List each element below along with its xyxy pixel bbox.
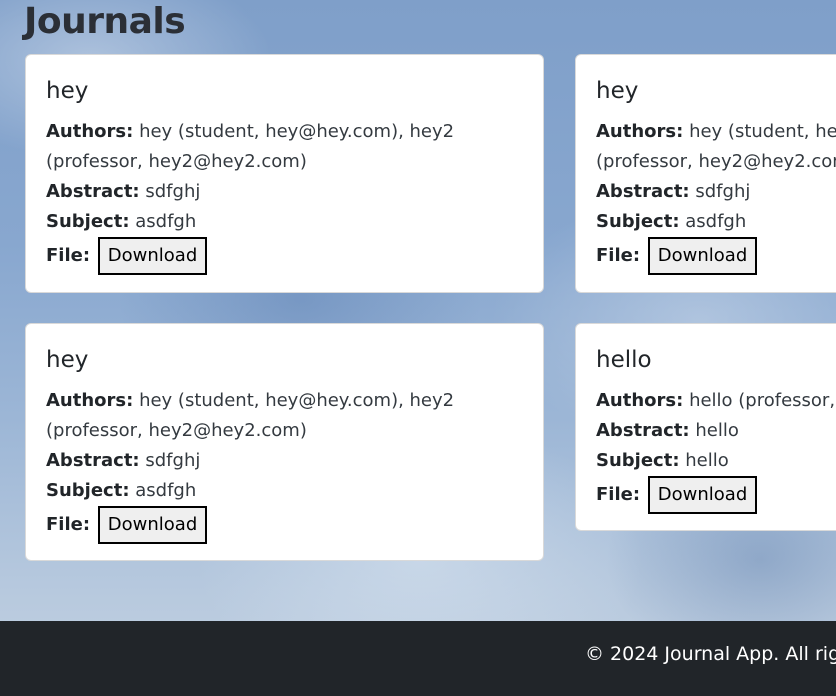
journal-subject: Subject: hello bbox=[596, 446, 836, 476]
file-label: File: bbox=[596, 245, 641, 266]
journal-title: hey bbox=[46, 78, 89, 104]
journal-title: hey bbox=[46, 347, 89, 373]
journal-title: hello bbox=[596, 347, 652, 373]
journal-card: hey Authors: hey (student, hey@hey.com),… bbox=[25, 54, 544, 293]
journal-file: File: Download bbox=[596, 476, 836, 514]
subject-label: Subject: bbox=[46, 211, 130, 232]
subject-label: Subject: bbox=[596, 450, 680, 471]
journal-subject: Subject: asdfgh bbox=[46, 207, 523, 237]
authors-value: hey (student, hey@hey.com), hey2 bbox=[139, 121, 455, 142]
journal-card: hello Authors: hello (professor, hello@h… bbox=[575, 323, 836, 531]
authors-value: hey (student, hey@hey.com), hey2 bbox=[689, 121, 836, 142]
journal-authors: Authors: hey (student, hey@hey.com), hey… bbox=[596, 117, 836, 177]
abstract-value: sdfghj bbox=[145, 450, 201, 471]
journal-subject: Subject: asdfgh bbox=[46, 476, 523, 506]
authors-label: Authors: bbox=[46, 390, 134, 411]
journal-file: File: Download bbox=[46, 506, 523, 544]
authors-label: Authors: bbox=[46, 121, 134, 142]
page-title: Journals bbox=[24, 1, 186, 42]
authors-value: hey (student, hey@hey.com), hey2 bbox=[139, 390, 455, 411]
authors-value: hello (professor, hello@hello.com) bbox=[689, 390, 836, 411]
journal-card: hey Authors: hey (student, hey@hey.com),… bbox=[25, 323, 544, 561]
journal-authors: Authors: hey (student, hey@hey.com), hey… bbox=[46, 386, 523, 446]
subject-value: hello bbox=[685, 450, 729, 471]
journal-file: File: Download bbox=[46, 237, 523, 275]
journal-abstract: Abstract: sdfghj bbox=[596, 177, 836, 207]
file-label: File: bbox=[46, 514, 91, 535]
footer: © 2024 Journal App. All rights reserved. bbox=[0, 621, 836, 696]
file-label: File: bbox=[596, 484, 641, 505]
download-button[interactable]: Download bbox=[647, 476, 758, 514]
abstract-value: sdfghj bbox=[695, 181, 751, 202]
authors-label: Authors: bbox=[596, 121, 684, 142]
abstract-label: Abstract: bbox=[46, 450, 140, 471]
journal-authors: Authors: hey (student, hey@hey.com), hey… bbox=[46, 117, 523, 177]
journal-title: hey bbox=[596, 78, 639, 104]
journal-card: hey Authors: hey (student, hey@hey.com),… bbox=[575, 54, 836, 293]
subject-label: Subject: bbox=[596, 211, 680, 232]
abstract-label: Abstract: bbox=[596, 181, 690, 202]
journal-abstract: Abstract: sdfghj bbox=[46, 177, 523, 207]
authors-value-continued: (professor, hey2@hey2.com) bbox=[596, 151, 836, 172]
abstract-label: Abstract: bbox=[46, 181, 140, 202]
authors-value-continued: (professor, hey2@hey2.com) bbox=[46, 420, 307, 441]
authors-value-continued: (professor, hey2@hey2.com) bbox=[46, 151, 307, 172]
subject-value: asdfgh bbox=[685, 211, 747, 232]
subject-value: asdfgh bbox=[135, 480, 197, 501]
abstract-value: sdfghj bbox=[145, 181, 201, 202]
journal-file: File: Download bbox=[596, 237, 836, 275]
footer-copyright: © 2024 Journal App. All rights reserved. bbox=[585, 643, 836, 665]
authors-label: Authors: bbox=[596, 390, 684, 411]
subject-label: Subject: bbox=[46, 480, 130, 501]
subject-value: asdfgh bbox=[135, 211, 197, 232]
abstract-label: Abstract: bbox=[596, 420, 690, 441]
download-button[interactable]: Download bbox=[97, 237, 208, 275]
journal-abstract: Abstract: hello bbox=[596, 416, 836, 446]
journal-subject: Subject: asdfgh bbox=[596, 207, 836, 237]
main-content: Journals hey Authors: hey (student, hey@… bbox=[0, 0, 836, 621]
download-button[interactable]: Download bbox=[97, 506, 208, 544]
file-label: File: bbox=[46, 245, 91, 266]
download-button[interactable]: Download bbox=[647, 237, 758, 275]
journal-abstract: Abstract: sdfghj bbox=[46, 446, 523, 476]
journal-authors: Authors: hello (professor, hello@hello.c… bbox=[596, 386, 836, 416]
abstract-value: hello bbox=[695, 420, 739, 441]
